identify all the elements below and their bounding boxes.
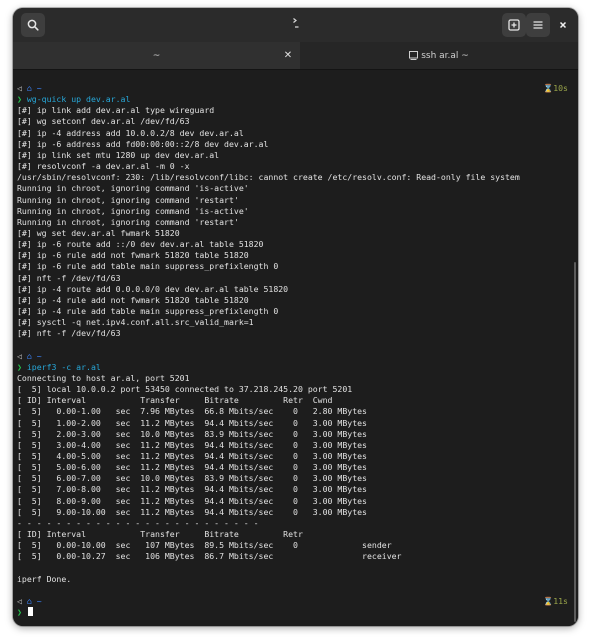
- prompt-command-line: ❯: [17, 607, 33, 618]
- output-line: [ 5] 0.00-1.00 sec 7.96 MBytes 66.8 Mbit…: [17, 406, 367, 417]
- terminal-icon: [292, 17, 300, 31]
- duration-text: 11s: [553, 595, 568, 606]
- output-line: Running in chroot, ignoring command 'res…: [17, 216, 239, 227]
- hourglass-icon: ⌛: [543, 83, 554, 93]
- prompt-directory: ◁ ⌂ ~: [17, 596, 42, 607]
- output-line: [#] ip -6 rule add not fwmark 51820 tabl…: [17, 250, 249, 261]
- output-line: Running in chroot, ignoring command 'is-…: [17, 205, 249, 216]
- home-icon: ⌂: [26, 83, 37, 93]
- prompt-chevron-icon: ❯: [17, 94, 27, 105]
- output-line: [#] ip link add dev.ar.al type wireguard: [17, 105, 215, 116]
- output-line: [ 5] 4.00-5.00 sec 11.2 MBytes 94.4 Mbit…: [17, 450, 367, 461]
- hamburger-menu-icon: [533, 21, 543, 29]
- output-line: [#] ip -4 route add 0.0.0.0/0 dev dev.ar…: [17, 283, 289, 294]
- output-line: [#] nft -f /dev/fd/63: [17, 272, 121, 283]
- output-line: [#] ip link set mtu 1280 up dev dev.ar.a…: [17, 149, 220, 160]
- search-icon: [27, 19, 39, 31]
- home-icon: ⌂: [26, 350, 37, 361]
- tab-label: ~: [152, 50, 161, 61]
- prompt-directory: ◁ ⌂ ~: [17, 351, 42, 362]
- prompt-arrow-icon: ◁: [17, 350, 27, 361]
- close-icon: ✕: [283, 49, 293, 61]
- output-line: [#] ip -6 rule add table main suppress_p…: [17, 261, 279, 272]
- tab-ssh[interactable]: ssh ar.al ~: [300, 42, 578, 69]
- tab-local[interactable]: ~ ✕: [13, 42, 300, 69]
- menu-button[interactable]: [526, 13, 550, 37]
- terminal-window: ~ ✕ ssh ar.al ~ ◁ ⌂ ~ ⌛10s ❯ wg-quick up d…: [13, 8, 578, 626]
- output-line: [#] wg setconf dev.ar.al /dev/fd/63: [17, 116, 190, 127]
- window-close-button[interactable]: [551, 13, 575, 37]
- home-icon: ⌂: [26, 595, 37, 606]
- output-line: [ 5] 2.00-3.00 sec 10.0 MBytes 83.9 Mbit…: [17, 428, 367, 439]
- prompt-path: ~: [36, 595, 42, 606]
- output-line: [#] resolvconf -a dev.ar.al -m 0 -x: [17, 161, 190, 172]
- output-line: /usr/sbin/resolvconf: 230: /lib/resolvco…: [17, 172, 520, 183]
- output-line: Running in chroot, ignoring command 'is-…: [17, 183, 249, 194]
- prompt-arrow-icon: ◁: [17, 83, 27, 93]
- output-line: [ 5] 6.00-7.00 sec 10.0 MBytes 83.9 Mbit…: [17, 473, 367, 484]
- search-button[interactable]: [21, 13, 45, 37]
- output-line: [ 5] 3.00-4.00 sec 11.2 MBytes 94.4 Mbit…: [17, 439, 367, 450]
- prompt-path: ~: [36, 350, 42, 361]
- command-text: iperf3 -c ar.al: [26, 361, 101, 372]
- output-line: - - - - - - - - - - - - - - - - - - - - …: [17, 517, 259, 528]
- tab-bar: ~ ✕ ssh ar.al ~: [13, 42, 578, 70]
- output-line: Connecting to host ar.al, port 5201: [17, 372, 190, 383]
- output-line: [ 5] 0.00-10.00 sec 107 MBytes 89.5 Mbit…: [17, 540, 392, 551]
- prompt-path: ~: [36, 83, 42, 93]
- command-text: wg-quick up dev.ar.al: [26, 94, 131, 105]
- output-line: [ 5] 1.00-2.00 sec 11.2 MBytes 94.4 Mbit…: [17, 417, 367, 428]
- output-line: [ 5] 5.00-6.00 sec 11.2 MBytes 94.4 Mbit…: [17, 462, 367, 473]
- terminal-icon: [409, 51, 419, 60]
- output-line: [ ID] Interval Transfer Bitrate Retr: [17, 529, 303, 539]
- hourglass-icon: ⌛: [543, 595, 554, 606]
- output-line: [#] nft -f /dev/fd/63: [17, 328, 121, 339]
- prompt-chevron-icon: ❯: [17, 361, 27, 372]
- output-line: [#] ip -4 rule add not fwmark 51820 tabl…: [17, 294, 249, 305]
- output-line: [#] sysctl -q net.ipv4.conf.all.src_vali…: [17, 317, 254, 328]
- command-duration: ⌛11s: [543, 596, 568, 607]
- output-line: [ 5] 9.00-10.00 sec 11.2 MBytes 94.4 Mbi…: [17, 506, 367, 517]
- tab-label: ssh ar.al ~: [421, 50, 469, 61]
- prompt-directory: ◁ ⌂ ~: [17, 83, 42, 94]
- command-duration: ⌛10s: [543, 83, 568, 94]
- output-line: [#] ip -6 address add fd00:00:00::2/8 de…: [17, 138, 269, 149]
- duration-text: 10s: [553, 83, 568, 93]
- close-icon: [559, 21, 567, 29]
- prompt-command-line: ❯ wg-quick up dev.ar.al: [17, 94, 130, 105]
- text-cursor: [27, 607, 33, 617]
- new-tab-button[interactable]: [502, 13, 526, 37]
- output-line: [#] ip -6 route add ::/0 dev dev.ar.al t…: [17, 239, 264, 250]
- output-line: [#] ip -4 rule add table main suppress_p…: [17, 306, 279, 316]
- output-line: [ 5] local 10.0.0.2 port 53450 connected…: [17, 384, 353, 395]
- output-line: [ 5] 0.00-10.27 sec 106 MBytes 86.7 Mbit…: [17, 551, 402, 562]
- header-bar: [13, 8, 578, 42]
- terminal-output[interactable]: ◁ ⌂ ~ ⌛10s ❯ wg-quick up dev.ar.al [#] ip l…: [13, 70, 578, 626]
- output-line: Running in chroot, ignoring command 'res…: [17, 194, 239, 205]
- output-line: [#] ip -4 address add 10.0.0.2/8 dev dev…: [17, 127, 244, 138]
- prompt-arrow-icon: ◁: [17, 595, 27, 606]
- prompt-chevron-icon: ❯: [17, 607, 27, 618]
- new-tab-icon: [508, 19, 520, 31]
- output-line: [#] wg set dev.ar.al fwmark 51820: [17, 227, 180, 238]
- output-line: iperf Done.: [17, 573, 72, 584]
- output-line: [ 5] 7.00-8.00 sec 11.2 MBytes 94.4 Mbit…: [17, 484, 367, 495]
- output-line: [ 5] 8.00-9.00 sec 11.2 MBytes 94.4 Mbit…: [17, 495, 367, 506]
- prompt-command-line: ❯ iperf3 -c ar.al: [17, 362, 101, 373]
- output-line: [ ID] Interval Transfer Bitrate Retr Cwn…: [17, 395, 333, 406]
- tab-close-button[interactable]: ✕: [282, 49, 294, 61]
- scrollbar[interactable]: [574, 262, 576, 622]
